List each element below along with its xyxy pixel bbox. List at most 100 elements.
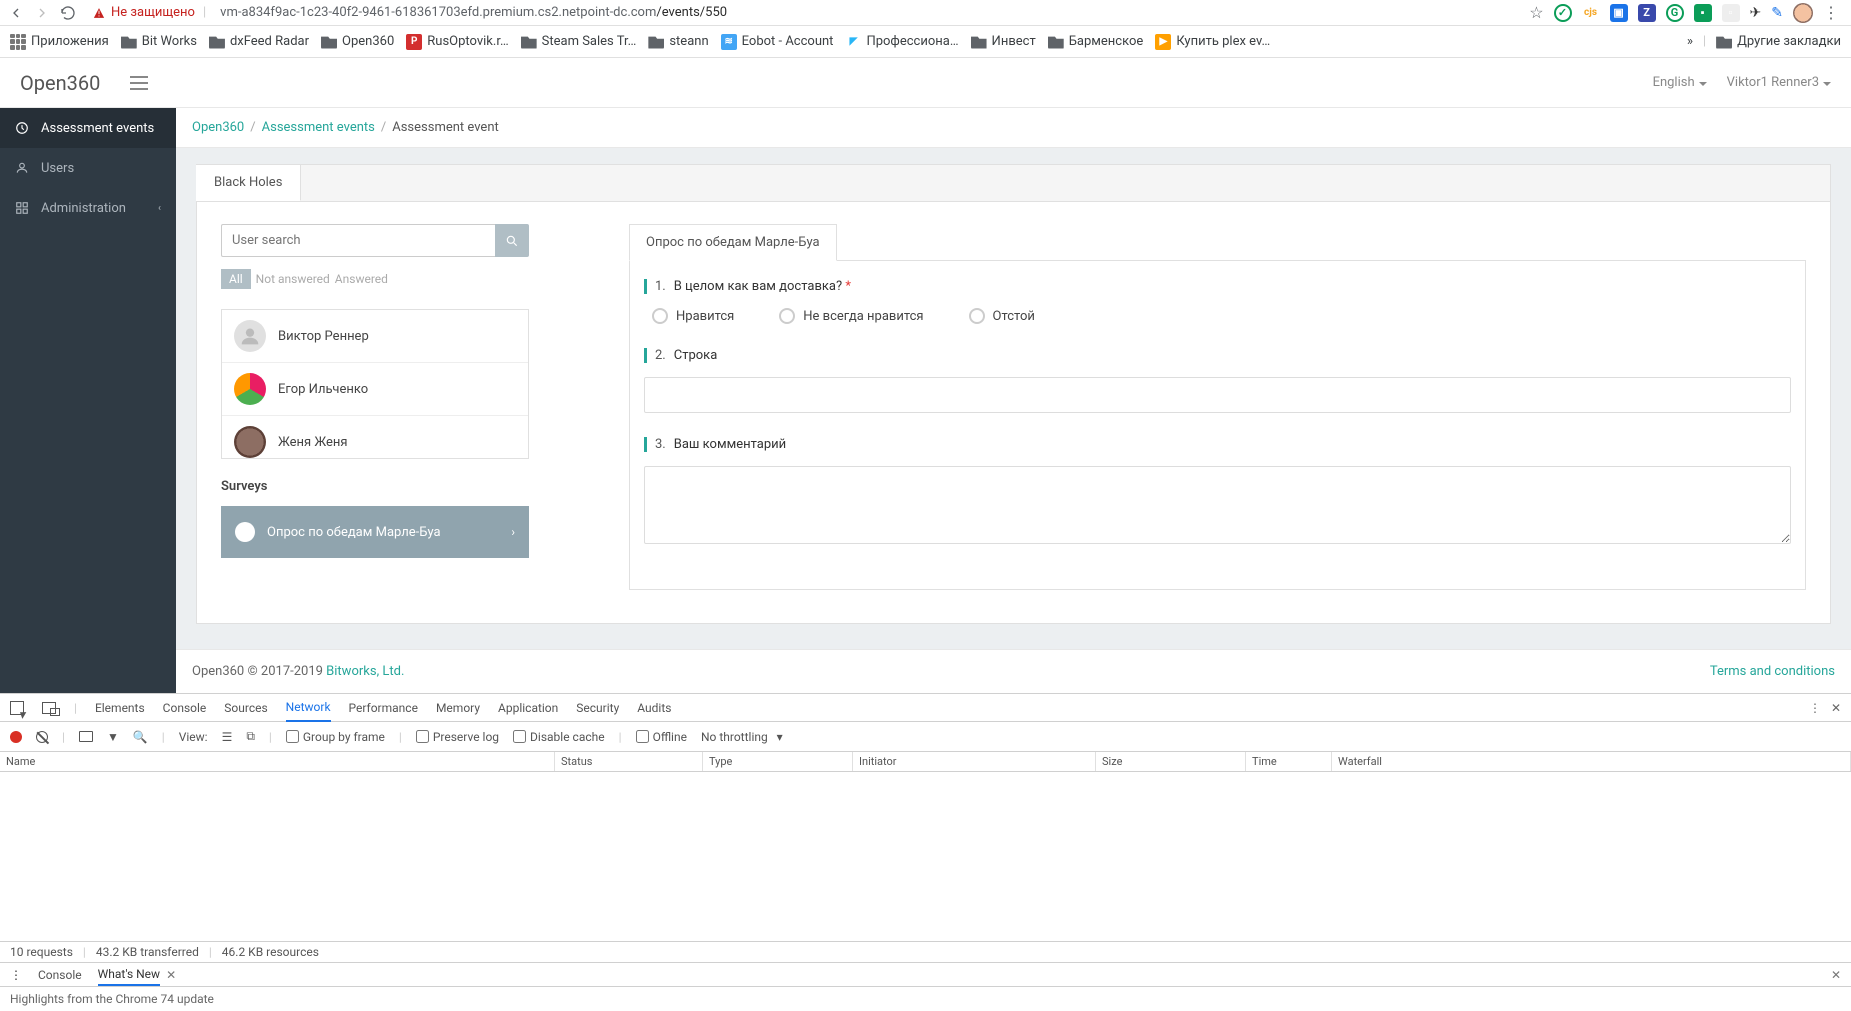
filter-all[interactable]: All	[221, 269, 251, 289]
menu-toggle-icon[interactable]	[130, 76, 148, 90]
language-selector[interactable]: English	[1653, 75, 1707, 90]
tab-elements[interactable]: Elements	[95, 695, 145, 721]
record-icon[interactable]	[10, 731, 22, 743]
tab-blackholes[interactable]: Black Holes	[196, 164, 301, 201]
url-bar[interactable]: vm-a834f9ac-1c23-40f2-9461-618361703efd.…	[220, 5, 1521, 20]
bookmark-item[interactable]: ≋Eobot - Account	[721, 34, 834, 50]
ext-icon[interactable]: ✎	[1771, 5, 1783, 21]
device-icon[interactable]	[42, 702, 56, 714]
user-search-input[interactable]	[221, 224, 495, 257]
preserve-log-check[interactable]: Preserve log	[416, 730, 499, 744]
ext-icon[interactable]: G	[1666, 4, 1684, 22]
inspect-icon[interactable]	[10, 701, 24, 715]
search-button[interactable]	[495, 224, 529, 257]
menu-icon[interactable]: ⋮	[1823, 3, 1839, 22]
browser-address-bar: Не защищено | vm-a834f9ac-1c23-40f2-9461…	[0, 0, 1851, 26]
bookmark-item[interactable]: dxFeed Radar	[209, 34, 309, 49]
tab-sources[interactable]: Sources	[224, 695, 267, 721]
star-icon[interactable]: ☆	[1529, 3, 1543, 22]
radio-option[interactable]: Нравится	[652, 308, 734, 324]
bookmark-apps[interactable]: Приложения	[10, 34, 109, 50]
tab-console[interactable]: Console	[163, 695, 207, 721]
text-input[interactable]	[644, 377, 1791, 413]
tab-network[interactable]: Network	[286, 694, 331, 722]
tab-audits[interactable]: Audits	[637, 695, 671, 721]
ext-icon[interactable]: ▫	[1722, 4, 1740, 22]
close-icon[interactable]: ✕	[166, 968, 176, 982]
col-type[interactable]: Type	[703, 752, 853, 771]
bookmark-item[interactable]: Инвест	[971, 34, 1036, 49]
back-icon[interactable]	[8, 5, 24, 21]
disable-cache-check[interactable]: Disable cache	[513, 730, 605, 744]
security-indicator[interactable]: Не защищено	[92, 5, 195, 20]
survey-item[interactable]: Опрос по обедам Марле-Буа ›	[221, 506, 529, 558]
filter-not-answered[interactable]: Not answered	[256, 272, 330, 286]
group-by-frame-check[interactable]: Group by frame	[286, 730, 385, 744]
breadcrumb-root[interactable]: Open360	[192, 120, 244, 135]
view-list-icon[interactable]: ☰	[222, 730, 233, 744]
offline-check[interactable]: Offline	[636, 730, 687, 744]
list-item[interactable]: Виктор Реннер	[222, 310, 528, 363]
ext-icon[interactable]: ✓	[1554, 4, 1572, 22]
sidebar-item-admin[interactable]: Administration ‹	[0, 188, 176, 228]
survey-body[interactable]: 1.В целом как вам доставка? * Нравится Н…	[629, 260, 1806, 590]
col-status[interactable]: Status	[555, 752, 703, 771]
drawer-tab-console[interactable]: Console	[38, 965, 82, 985]
list-item[interactable]: Егор Ильченко	[222, 363, 528, 416]
kebab-icon[interactable]: ⋮	[10, 968, 22, 982]
throttling-select[interactable]: No throttling ▾	[701, 730, 783, 744]
filter-icon[interactable]: ▼	[107, 730, 119, 744]
reload-icon[interactable]	[60, 5, 76, 21]
radio-option[interactable]: Не всегда нравится	[779, 308, 923, 324]
col-initiator[interactable]: Initiator	[853, 752, 1096, 771]
col-size[interactable]: Size	[1096, 752, 1246, 771]
forward-icon[interactable]	[34, 5, 50, 21]
ext-icon[interactable]: ▣	[1610, 4, 1628, 22]
user-menu[interactable]: Viktor1 Renner3	[1727, 75, 1831, 90]
col-time[interactable]: Time	[1246, 752, 1332, 771]
bookmark-item[interactable]: Барменское	[1048, 34, 1144, 49]
search-icon[interactable]: 🔍	[133, 730, 148, 744]
bookmark-item[interactable]: PRusOptovik.r…	[406, 34, 508, 50]
ext-icon[interactable]: Z	[1638, 4, 1656, 22]
profile-avatar[interactable]	[1793, 3, 1813, 23]
clock-icon	[15, 121, 29, 135]
bookmark-item[interactable]: ◤Профессиона…	[845, 34, 958, 50]
breadcrumb-section[interactable]: Assessment events	[262, 120, 375, 135]
tab-security[interactable]: Security	[576, 695, 619, 721]
close-icon[interactable]: ✕	[1831, 968, 1841, 982]
footer-company-link[interactable]: Bitworks, Ltd.	[326, 664, 404, 679]
tab-performance[interactable]: Performance	[349, 695, 418, 721]
app-brand[interactable]: Open360	[20, 71, 100, 95]
sidebar-item-events[interactable]: Assessment events	[0, 108, 176, 148]
tab-memory[interactable]: Memory	[436, 695, 480, 721]
kebab-icon[interactable]: ⋮	[1809, 701, 1821, 715]
bookmark-item[interactable]: Steam Sales Tr…	[521, 34, 637, 49]
list-item[interactable]: Женя Женя	[222, 416, 528, 459]
clear-icon[interactable]	[36, 731, 48, 743]
filter-answered[interactable]: Answered	[335, 272, 388, 286]
view-frame-icon[interactable]: ⧉	[246, 729, 255, 744]
bookmark-item[interactable]: ▶Купить plex ev…	[1155, 34, 1270, 50]
drawer-tab-whatsnew[interactable]: What's New	[98, 964, 160, 986]
ext-icon[interactable]: cjs	[1582, 4, 1600, 22]
ext-icon[interactable]: ▪	[1694, 4, 1712, 22]
survey-tab[interactable]: Опрос по обедам Марле-Буа	[629, 224, 837, 261]
footer-terms-link[interactable]: Terms and conditions	[1710, 664, 1835, 679]
ext-icon[interactable]: ✈	[1750, 5, 1762, 21]
col-waterfall[interactable]: Waterfall	[1332, 752, 1851, 771]
bookmark-item[interactable]: Bit Works	[121, 34, 197, 49]
sidebar-item-users[interactable]: Users	[0, 148, 176, 188]
comment-textarea[interactable]	[644, 466, 1791, 544]
bookmark-item[interactable]: Open360	[321, 34, 394, 49]
view-label: View:	[179, 730, 208, 744]
col-name[interactable]: Name	[0, 752, 555, 771]
radio-option[interactable]: Отстой	[969, 308, 1035, 324]
bookmarks-overflow[interactable]: »	[1687, 34, 1693, 49]
screenshot-icon[interactable]	[79, 731, 93, 742]
user-list[interactable]: Виктор Реннер Егор Ильченко Женя Женя	[221, 309, 529, 459]
bookmark-other[interactable]: Другие закладки	[1716, 34, 1841, 49]
bookmark-item[interactable]: steann	[648, 34, 708, 49]
tab-application[interactable]: Application	[498, 695, 558, 721]
close-icon[interactable]: ✕	[1831, 701, 1841, 715]
